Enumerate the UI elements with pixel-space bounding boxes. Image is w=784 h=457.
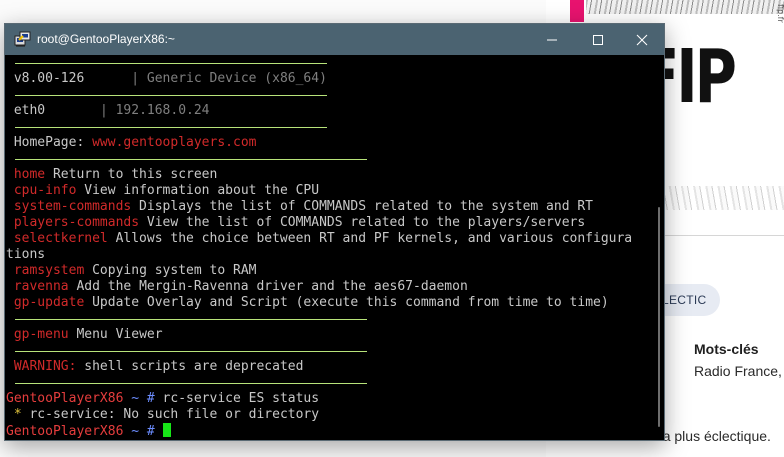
- warning-text: shell scripts are deprecated: [76, 359, 304, 374]
- command-description: Return to this screen: [45, 167, 218, 182]
- terminal-window[interactable]: root@GentooPlayerX86:~ v8.00-126 | Gener…: [4, 23, 665, 441]
- window-title: root@GentooPlayerX86:~: [37, 32, 175, 46]
- active-prompt-line[interactable]: GentooPlayerX86 ~ #: [6, 423, 171, 439]
- command-description: tions: [6, 247, 46, 262]
- homepage-line: HomePage: www.gentooplayers.com: [6, 135, 257, 151]
- command-line: home Return to this screen: [6, 167, 218, 183]
- command-line: cpu-info View information about the CPU: [6, 183, 319, 199]
- prompt-symbol: #: [146, 424, 155, 439]
- command-name: system-commands: [13, 199, 132, 214]
- minimize-button[interactable]: [529, 24, 575, 55]
- keywords-title: Mots-clés: [694, 341, 759, 357]
- error-output: rc-service: No such file or directory: [29, 407, 320, 422]
- command-name: ramsystem: [13, 263, 85, 278]
- command-description: Copying system to RAM: [84, 263, 257, 278]
- prompt-path: ~: [123, 391, 147, 406]
- command-description: Allows the choice between RT and PF kern…: [107, 231, 633, 246]
- command-name: gp-update: [13, 295, 85, 310]
- putty-app-icon: [14, 31, 31, 47]
- command-description: Update Overlay and Script (execute this …: [84, 295, 609, 310]
- separator-line: [15, 127, 327, 128]
- prompt-symbol: #: [146, 391, 155, 406]
- banner-pink-accent: [570, 0, 584, 22]
- keywords-value[interactable]: Radio France,: [694, 363, 782, 379]
- separator-line: [15, 159, 367, 160]
- command-description: Displays the list of COMMANDS related to…: [131, 199, 594, 214]
- side-marker: fip.fr: [776, 4, 784, 23]
- menu-command-description: Menu Viewer: [68, 327, 163, 342]
- homepage-label: HomePage:: [13, 135, 85, 150]
- command-name: ravenna: [13, 279, 69, 294]
- title-bar[interactable]: root@GentooPlayerX86:~: [5, 24, 664, 55]
- menu-command-name: gp-menu: [13, 327, 69, 342]
- command-description: View information about the CPU: [76, 183, 320, 198]
- homepage-url: www.gentooplayers.com: [92, 135, 257, 150]
- command-name: home: [13, 167, 46, 182]
- command-line: gp-update Update Overlay and Script (exe…: [6, 295, 609, 311]
- separator-line: [15, 95, 327, 96]
- maximize-icon: [593, 34, 603, 45]
- scrollbar-thumb[interactable]: [658, 207, 660, 427]
- close-button[interactable]: [619, 24, 664, 55]
- warning-line: WARNING: shell scripts are deprecated: [6, 359, 304, 375]
- command-name: cpu-info: [13, 183, 77, 198]
- prompt-host: GentooPlayerX86: [6, 391, 124, 406]
- ip-text: | 192.168.0.24: [99, 103, 210, 118]
- version-line: v8.00-126 | Generic Device (x86_64): [6, 71, 327, 87]
- prompt-line: GentooPlayerX86 ~ # rc-service ES status: [6, 391, 319, 407]
- menu-line: gp-menu Menu Viewer: [6, 327, 163, 343]
- command-name: players-commands: [13, 215, 140, 230]
- device-text: | Generic Device (x86_64): [131, 71, 327, 86]
- command-line: ramsystem Copying system to RAM: [6, 263, 257, 279]
- prompt-host: GentooPlayerX86: [6, 424, 124, 439]
- command-line: selectkernel Allows the choice between R…: [6, 231, 632, 247]
- prompt-input[interactable]: [155, 424, 163, 439]
- command-description: Add the Mergin-Ravenna driver and the ae…: [68, 279, 468, 294]
- command-name: selectkernel: [13, 231, 108, 246]
- interface-text: eth0: [13, 103, 46, 118]
- banner-texture: [586, 0, 784, 14]
- command-line: system-commands Displays the list of COM…: [6, 199, 593, 215]
- warning-label: WARNING:: [13, 359, 77, 374]
- output-line: * rc-service: No such file or directory: [6, 407, 319, 423]
- separator-line: [15, 63, 327, 64]
- prompt-input: rc-service ES status: [154, 391, 320, 406]
- command-description: View the list of COMMANDS related to the…: [139, 215, 586, 230]
- text-cursor: [162, 423, 171, 437]
- command-line: players-commands View the list of COMMAN…: [6, 215, 585, 231]
- minimize-icon: [547, 39, 557, 40]
- command-line: ravenna Add the Mergin-Ravenna driver an…: [6, 279, 468, 295]
- terminal-output[interactable]: v8.00-126 | Generic Device (x86_64) eth0…: [5, 55, 664, 440]
- version-text: v8.00-126: [13, 71, 85, 86]
- maximize-button[interactable]: [575, 24, 621, 55]
- terminal-scrollbar[interactable]: [656, 55, 662, 440]
- prompt-path: ~: [123, 424, 147, 439]
- command-line-wrap: tions: [6, 247, 45, 263]
- separator-line: [15, 383, 367, 384]
- close-icon: [636, 34, 648, 45]
- separator-line: [15, 351, 367, 352]
- error-bullet: *: [6, 407, 30, 422]
- separator-line: [15, 319, 367, 320]
- network-line: eth0 | 192.168.0.24: [6, 103, 210, 119]
